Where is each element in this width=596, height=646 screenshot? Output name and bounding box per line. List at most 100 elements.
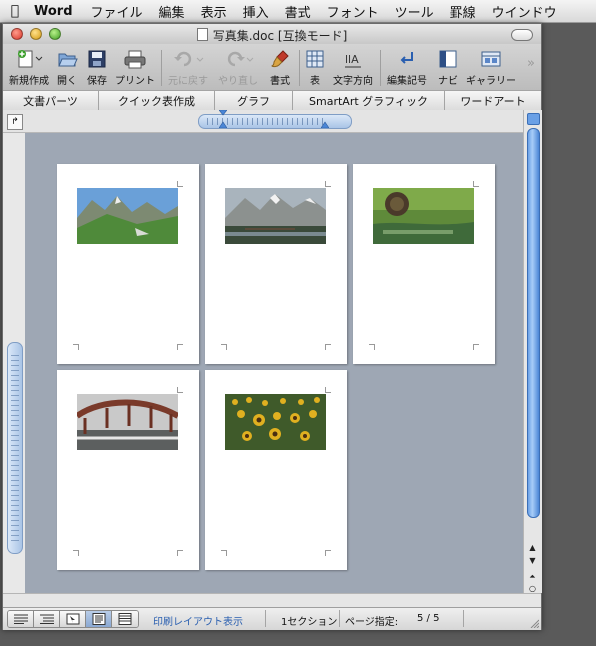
page-1[interactable] [57, 164, 199, 364]
tab-document-parts[interactable]: 文書パーツ [3, 91, 99, 110]
window-title: 写真集.doc [互換モード] [212, 29, 348, 43]
draft-view-icon [13, 614, 28, 624]
tab-wordart[interactable]: ワードアート [445, 91, 541, 110]
status-separator [339, 610, 340, 627]
open-folder-icon [58, 53, 78, 67]
text-direction-label: 文字方向 [333, 76, 373, 87]
page-indicator-label: ページ指定: [345, 617, 399, 628]
scroll-up-icon[interactable]: ▲ [526, 542, 539, 554]
mountain-valley-photo[interactable] [77, 188, 178, 244]
menu-window[interactable]: ウインドウ [484, 2, 565, 21]
page-indicator-value: 5 / 5 [417, 613, 440, 624]
split-pane-handle[interactable] [527, 113, 540, 125]
margin-corner [177, 387, 183, 393]
margin-corner [325, 387, 331, 393]
print-button[interactable]: プリント [113, 48, 157, 87]
toolbar-overflow-icon[interactable]: » [527, 56, 535, 71]
standard-toolbar: 新規作成 開く 保存 プリント 元に戻す やり直し 書式 表 llA 文字方向 … [3, 44, 541, 90]
new-document-label: 新規作成 [9, 76, 49, 87]
resize-grip-icon[interactable] [529, 618, 539, 628]
sidebar-icon [439, 50, 457, 68]
outline-view-button[interactable] [34, 611, 60, 627]
menu-tools[interactable]: ツール [387, 2, 442, 21]
redo-icon [227, 51, 254, 67]
print-label: プリント [115, 76, 155, 87]
publishing-view-button[interactable] [60, 611, 86, 627]
document-canvas[interactable] [25, 133, 523, 593]
draft-view-button[interactable] [8, 611, 34, 627]
menu-edit[interactable]: 編集 [151, 2, 193, 21]
vertical-ruler[interactable] [7, 342, 23, 554]
menu-table[interactable]: 罫線 [442, 2, 484, 21]
document-window: 写真集.doc [互換モード] 新規作成 開く 保存 プリント 元に戻す やり直… [2, 23, 542, 630]
format-painter-button[interactable]: 書式 [267, 48, 293, 87]
outline-view-icon [39, 614, 54, 624]
save-button[interactable]: 保存 [85, 48, 109, 87]
scroll-down-icon[interactable]: ▼ [526, 555, 539, 567]
status-bar: 印刷レイアウト表示 1セクション ページ指定: 5 / 5 [3, 607, 541, 630]
margin-corner [177, 550, 183, 556]
toolbar-separator [161, 50, 162, 86]
undo-button[interactable]: 元に戻す [165, 48, 211, 87]
menu-font[interactable]: フォント [319, 2, 387, 21]
gallery-icon [481, 51, 501, 67]
view-name-label: 印刷レイアウト表示 [153, 617, 243, 628]
document-icon [196, 28, 208, 41]
page-5[interactable] [205, 370, 347, 570]
save-label: 保存 [87, 76, 107, 87]
right-indent-marker-icon[interactable] [321, 110, 329, 128]
navigation-pane-button[interactable]: ナビ [435, 48, 461, 87]
vertical-scrollbar[interactable]: ▲ ▼ ⏶ ○ ⏷ [523, 110, 542, 605]
menu-file[interactable]: ファイル [83, 2, 151, 21]
undo-label: 元に戻す [168, 76, 208, 87]
status-separator [265, 610, 266, 627]
tab-charts[interactable]: グラフ [215, 91, 293, 110]
brush-icon [271, 50, 289, 68]
previous-page-icon[interactable]: ⏶ [526, 571, 539, 583]
toolbar-separator [380, 50, 381, 86]
menu-format[interactable]: 書式 [277, 2, 319, 21]
table-button[interactable]: 表 [303, 48, 327, 87]
notebook-view-button[interactable] [112, 611, 138, 627]
undo-icon [174, 51, 204, 67]
horizontal-scroll-area[interactable] [3, 593, 541, 608]
margin-corner [221, 550, 227, 556]
scroll-thumb[interactable] [527, 128, 540, 518]
title-bar[interactable]: 写真集.doc [互換モード] [3, 24, 541, 44]
view-buttons [7, 610, 139, 628]
page-4[interactable] [57, 370, 199, 570]
margin-corner [221, 344, 227, 350]
publishing-view-icon [66, 613, 79, 625]
red-arch-bridge-photo[interactable] [77, 394, 178, 450]
text-direction-button[interactable]: llA 文字方向 [331, 48, 375, 87]
menu-insert[interactable]: 挿入 [235, 2, 277, 21]
waterwheel-stream-photo[interactable] [373, 188, 474, 244]
snowy-peaks-river-photo[interactable] [225, 188, 326, 244]
tab-quick-tables[interactable]: クイック表作成 [99, 91, 215, 110]
sunflower-field-photo[interactable] [225, 394, 326, 450]
new-document-button[interactable]: 新規作成 [7, 48, 51, 87]
page-2[interactable] [205, 164, 347, 364]
margin-corner [325, 344, 331, 350]
vertical-ruler-ticks [11, 355, 19, 541]
indent-marker-icon[interactable] [219, 110, 227, 128]
table-label: 表 [310, 76, 320, 87]
toolbar-separator [299, 50, 300, 86]
page-3[interactable] [353, 164, 495, 364]
margin-corner [177, 344, 183, 350]
gallery-button[interactable]: ギャラリー [465, 48, 517, 87]
tab-stop-selector-icon[interactable]: ↱ [7, 114, 23, 130]
app-menu[interactable]: Word [30, 4, 83, 19]
tab-smartart[interactable]: SmartArt グラフィック [293, 91, 445, 110]
menu-bar:  Word ファイル 編集 表示 挿入 書式 フォント ツール 罫線 ウインド… [0, 0, 596, 23]
redo-button[interactable]: やり直し [215, 48, 261, 87]
return-mark-icon [400, 52, 413, 64]
formatting-marks-button[interactable]: 編集記号 [385, 48, 429, 87]
toolbar-toggle-button[interactable] [511, 29, 533, 41]
open-button[interactable]: 開く [55, 48, 79, 87]
formatting-marks-label: 編集記号 [387, 76, 427, 87]
apple-menu-icon[interactable]:  [0, 3, 30, 19]
menu-view[interactable]: 表示 [193, 2, 235, 21]
print-layout-view-button[interactable] [86, 611, 112, 627]
redo-label: やり直し [218, 76, 258, 87]
